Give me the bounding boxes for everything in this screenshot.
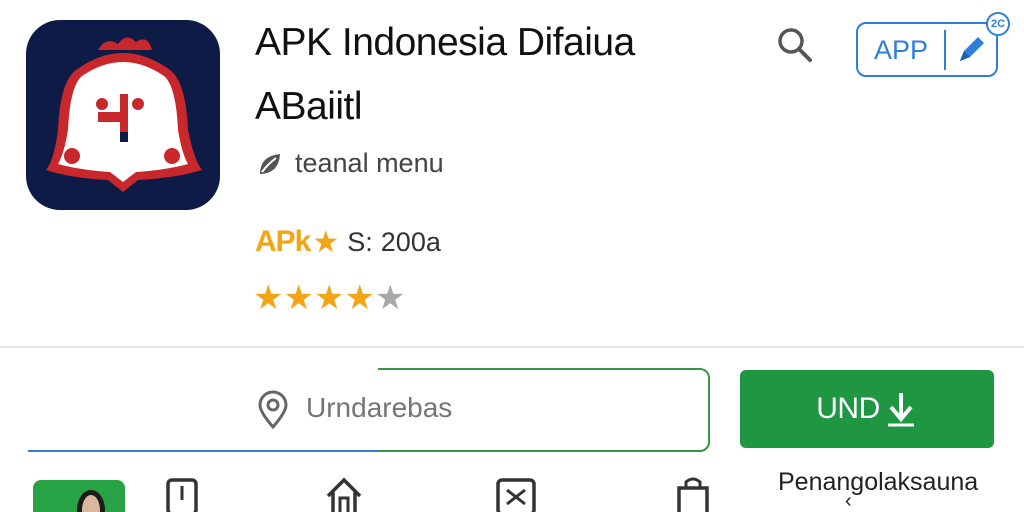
chicken-logo-icon [46, 37, 202, 192]
book-icon [166, 478, 198, 512]
rating-prefix: S: [347, 226, 373, 257]
download-button[interactable]: UND [740, 370, 994, 448]
pen-icon [946, 33, 996, 67]
rating-count: 200a [380, 226, 441, 257]
developer-row[interactable]: teanal menu [257, 148, 444, 179]
chevron-left-icon[interactable]: ‹ [845, 490, 852, 512]
app-subtitle: ABaiitl [255, 85, 363, 128]
home-icon [326, 477, 362, 512]
nav-book[interactable] [160, 474, 204, 512]
location-search-field[interactable] [28, 368, 710, 452]
download-arrow-icon [887, 393, 914, 427]
badge-counter: 2C [986, 12, 1010, 36]
location-search-input[interactable] [306, 392, 686, 424]
rating-summary: APk ★ S: 200a [255, 222, 441, 262]
download-button-label: UND [816, 392, 880, 425]
star-filled-icon: ★ [283, 279, 314, 317]
nav-bag[interactable] [671, 474, 715, 512]
divider [0, 346, 1024, 348]
search-icon [778, 28, 812, 62]
star-icon: ★ [312, 225, 340, 259]
footer-label[interactable]: Penangolaksauna [778, 468, 978, 497]
star-empty-icon: ★ [374, 279, 406, 317]
app-icon [26, 20, 220, 210]
star-rating: ★ ★ ★ ★ ★ [253, 278, 405, 318]
nav-exchange[interactable] [494, 474, 538, 512]
app-title: APK Indonesia Difaiua [255, 21, 635, 64]
app-badge-label: APP [858, 29, 946, 70]
crossing-icon [496, 478, 536, 512]
star-filled-icon: ★ [344, 279, 375, 317]
search-button[interactable] [772, 22, 818, 68]
star-filled-icon: ★ [253, 279, 284, 317]
nav-home[interactable] [322, 474, 366, 512]
star-filled-icon: ★ [313, 279, 345, 317]
search-field-underline [28, 450, 380, 452]
leaf-icon [260, 153, 280, 174]
apk-tag: APk [255, 225, 311, 258]
developer-name: teanal menu [295, 148, 444, 178]
bag-icon [677, 477, 709, 512]
app-badge-button[interactable]: APP [856, 22, 998, 77]
person-avatar-icon [77, 490, 105, 512]
profile-thumbnail[interactable] [33, 480, 125, 512]
location-pin-icon [258, 390, 288, 430]
